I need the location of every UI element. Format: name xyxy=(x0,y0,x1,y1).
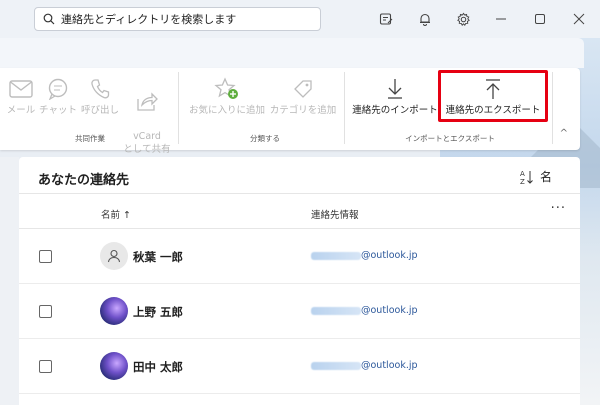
search-input[interactable] xyxy=(61,12,311,26)
contacts-panel: あなたの連絡先 A Z 名 名前 ↑ 連絡先情報 ··· 秋葉 一郎 @outl… xyxy=(19,157,580,405)
mail-icon xyxy=(9,80,33,98)
share-group-label: 共同作業 xyxy=(75,134,105,143)
row-checkbox[interactable] xyxy=(39,250,52,263)
ribbon-separator xyxy=(178,72,179,144)
sort-label: 名 xyxy=(539,170,552,184)
import-icon xyxy=(388,79,402,99)
person-icon xyxy=(107,249,121,263)
column-name[interactable]: 名前 ↑ xyxy=(101,207,131,221)
classify-group-label: 分類する xyxy=(250,134,280,143)
chat-icon xyxy=(48,78,68,100)
column-contact-info: 連絡先情報 xyxy=(311,210,359,221)
ribbon: メール チャット 呼び出し vCard として共有 共同作業 お気に入りに追加 … xyxy=(0,68,580,155)
star-add-icon xyxy=(214,77,238,99)
avatar xyxy=(100,352,128,380)
contact-name: 上野 五郎 xyxy=(133,305,184,319)
left-nav-strip xyxy=(0,157,19,405)
contact-name: 秋葉 一郎 xyxy=(133,250,184,264)
title-bar xyxy=(0,0,600,38)
contact-email[interactable]: @outlook.jp xyxy=(311,305,418,316)
ribbon-tab-area xyxy=(0,38,584,68)
table-row[interactable]: 上野 五郎 @outlook.jp xyxy=(19,284,580,339)
add-category-button[interactable]: カテゴリを追加 xyxy=(266,74,340,117)
search-box[interactable] xyxy=(34,7,321,31)
phone-icon xyxy=(91,79,110,99)
gear-icon[interactable] xyxy=(454,10,472,28)
share-vcard-button[interactable]: vCard として共有 xyxy=(120,74,174,169)
chat-button[interactable]: チャット xyxy=(38,74,78,117)
avatar xyxy=(100,297,128,325)
contact-email[interactable]: @outlook.jp xyxy=(311,250,418,261)
export-contacts-button[interactable]: 連絡先のエクスポート xyxy=(440,74,546,117)
table-row[interactable]: 田中 太郎 @outlook.jp xyxy=(19,339,580,394)
ribbon-separator xyxy=(552,72,553,144)
redacted-email-user xyxy=(311,252,361,260)
bell-icon[interactable] xyxy=(416,10,434,28)
minimize-icon[interactable] xyxy=(492,10,510,28)
add-favorite-label: お気に入りに追加 xyxy=(188,105,265,116)
sort-button[interactable]: A Z 名 xyxy=(520,168,552,185)
chat-label: チャット xyxy=(39,105,77,116)
contact-name: 田中 太郎 xyxy=(133,360,184,374)
export-contacts-label: 連絡先のエクスポート xyxy=(445,105,541,116)
collapse-ribbon-icon[interactable]: ^ xyxy=(560,128,568,139)
row-checkbox[interactable] xyxy=(39,305,52,318)
notes-icon[interactable] xyxy=(377,10,395,28)
contact-email[interactable]: @outlook.jp xyxy=(311,360,418,371)
more-options-icon[interactable]: ··· xyxy=(551,201,566,216)
avatar xyxy=(100,242,128,270)
tag-icon xyxy=(294,80,312,98)
page-title: あなたの連絡先 xyxy=(38,173,130,188)
import-export-group-label: インポートとエクスポート xyxy=(405,134,495,143)
call-label: 呼び出し xyxy=(80,105,119,116)
sort-az-icon: A Z xyxy=(520,170,533,185)
maximize-icon[interactable] xyxy=(531,10,549,28)
import-contacts-button[interactable]: 連絡先のインポート xyxy=(350,74,440,117)
add-category-label: カテゴリを追加 xyxy=(269,105,337,116)
mail-button[interactable]: メール xyxy=(4,74,38,117)
import-contacts-label: 連絡先のインポート xyxy=(352,105,438,116)
add-favorite-button[interactable]: お気に入りに追加 xyxy=(184,74,270,117)
share-icon xyxy=(137,92,158,111)
ribbon-separator xyxy=(344,72,345,144)
redacted-email-user xyxy=(311,307,361,315)
table-row[interactable]: 秋葉 一郎 @outlook.jp xyxy=(19,229,580,284)
mail-label: メール xyxy=(6,105,36,116)
redacted-email-user xyxy=(311,362,361,370)
table-header: 名前 ↑ 連絡先情報 ··· xyxy=(19,193,580,229)
search-icon xyxy=(43,13,55,25)
export-icon xyxy=(486,79,500,99)
svg-text:A: A xyxy=(520,170,525,178)
row-checkbox[interactable] xyxy=(39,360,52,373)
close-icon[interactable] xyxy=(570,10,588,28)
svg-text:Z: Z xyxy=(520,178,525,185)
call-button[interactable]: 呼び出し xyxy=(78,74,122,117)
